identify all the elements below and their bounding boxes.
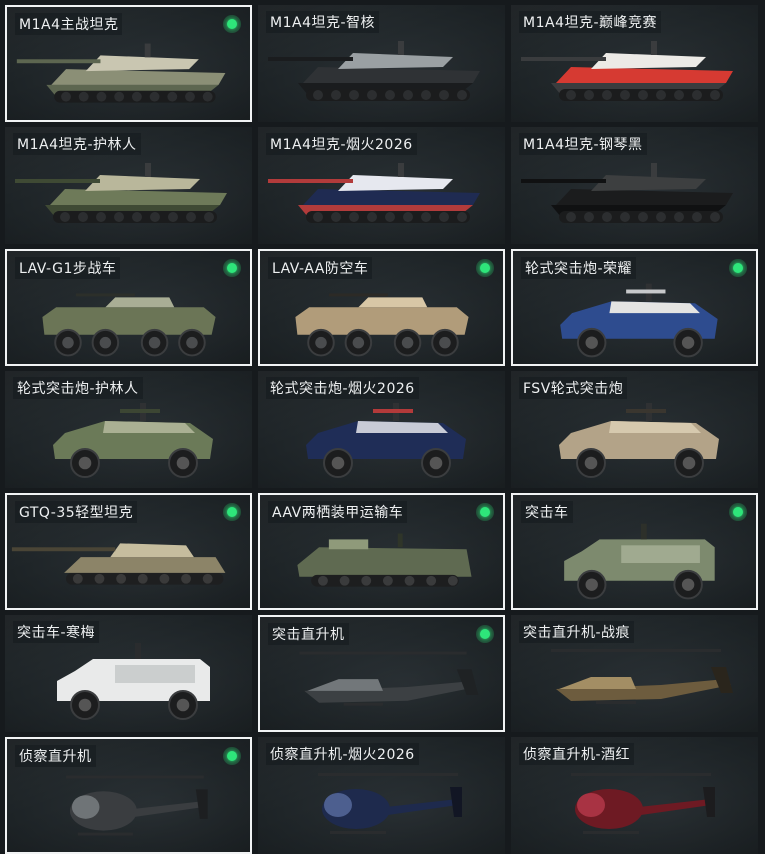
vehicle-card[interactable]: LAV-G1步战车 bbox=[5, 249, 252, 366]
vehicle-image bbox=[299, 651, 479, 706]
vehicle-name: GTQ-35轻型坦克 bbox=[15, 501, 138, 523]
vehicle-card[interactable]: 突击直升机 bbox=[258, 615, 505, 732]
vehicle-card[interactable]: FSV轮式突击炮 bbox=[511, 371, 758, 488]
vehicle-image bbox=[11, 543, 226, 585]
vehicle-card[interactable]: 突击直升机-战痕 bbox=[511, 615, 758, 732]
vehicle-image bbox=[306, 403, 466, 478]
vehicle-image bbox=[551, 649, 733, 704]
vehicle-name: M1A4坦克-护林人 bbox=[13, 133, 141, 155]
vehicle-card[interactable]: GTQ-35轻型坦克 bbox=[5, 493, 252, 610]
vehicle-image bbox=[16, 43, 226, 103]
vehicle-card[interactable]: M1A4坦克-钢琴黑 bbox=[511, 127, 758, 244]
vehicle-card[interactable]: M1A4主战坦克 bbox=[5, 5, 252, 122]
vehicle-name: LAV-AA防空车 bbox=[268, 257, 373, 279]
vehicle-image bbox=[521, 41, 733, 101]
vehicle-card[interactable]: 侦察直升机-烟火2026 bbox=[258, 737, 505, 854]
vehicle-image bbox=[57, 643, 210, 720]
vehicle-grid: M1A4主战坦克 M1A4坦克-智核 M1A4坦克-巅峰竞赛 M1A4坦克-护林人 M1… bbox=[5, 5, 758, 854]
vehicle-name: M1A4主战坦克 bbox=[15, 13, 123, 35]
vehicle-image bbox=[564, 523, 715, 600]
vehicle-image bbox=[15, 163, 227, 223]
vehicle-card[interactable]: M1A4坦克-智核 bbox=[258, 5, 505, 122]
equipped-indicator-icon bbox=[223, 503, 241, 521]
vehicle-image bbox=[560, 283, 718, 358]
equipped-indicator-icon bbox=[223, 15, 241, 33]
vehicle-name: M1A4坦克-烟火2026 bbox=[266, 133, 417, 155]
vehicle-card[interactable]: 突击车-寒梅 bbox=[5, 615, 252, 732]
vehicle-card[interactable]: LAV-AA防空车 bbox=[258, 249, 505, 366]
vehicle-image bbox=[42, 293, 216, 357]
equipped-indicator-icon bbox=[729, 259, 747, 277]
vehicle-name: 轮式突击炮-荣耀 bbox=[521, 257, 637, 279]
vehicle-image bbox=[295, 293, 469, 357]
vehicle-image bbox=[66, 775, 208, 836]
vehicle-card[interactable]: M1A4坦克-烟火2026 bbox=[258, 127, 505, 244]
vehicle-name: AAV两栖装甲运输车 bbox=[268, 501, 408, 523]
vehicle-card[interactable]: 轮式突击炮-护林人 bbox=[5, 371, 252, 488]
vehicle-card[interactable]: 突击车 bbox=[511, 493, 758, 610]
vehicle-name: M1A4坦克-巅峰竞赛 bbox=[519, 11, 662, 33]
vehicle-image bbox=[521, 163, 733, 223]
vehicle-card[interactable]: 侦察直升机 bbox=[5, 737, 252, 854]
vehicle-card[interactable]: 轮式突击炮-荣耀 bbox=[511, 249, 758, 366]
vehicle-name: LAV-G1步战车 bbox=[15, 257, 121, 279]
vehicle-card[interactable]: 轮式突击炮-烟火2026 bbox=[258, 371, 505, 488]
equipped-indicator-icon bbox=[729, 503, 747, 521]
vehicle-card[interactable]: 侦察直升机-酒红 bbox=[511, 737, 758, 854]
vehicle-name: 轮式突击炮-护林人 bbox=[13, 377, 143, 399]
vehicle-name: 侦察直升机-烟火2026 bbox=[266, 743, 419, 765]
vehicle-image bbox=[318, 773, 462, 834]
vehicle-image bbox=[268, 163, 480, 223]
vehicle-card[interactable]: M1A4坦克-护林人 bbox=[5, 127, 252, 244]
vehicle-image bbox=[268, 41, 480, 101]
vehicle-name: 突击车-寒梅 bbox=[13, 621, 100, 643]
equipped-indicator-icon bbox=[223, 259, 241, 277]
vehicle-card[interactable]: M1A4坦克-巅峰竞赛 bbox=[511, 5, 758, 122]
equipped-indicator-icon bbox=[476, 503, 494, 521]
vehicle-image bbox=[571, 773, 715, 834]
vehicle-name: FSV轮式突击炮 bbox=[519, 377, 628, 399]
equipped-indicator-icon bbox=[476, 625, 494, 643]
vehicle-name: 侦察直升机-酒红 bbox=[519, 743, 635, 765]
vehicle-name: 轮式突击炮-烟火2026 bbox=[266, 377, 419, 399]
vehicle-name: 突击车 bbox=[521, 501, 573, 523]
vehicle-name: 突击直升机-战痕 bbox=[519, 621, 635, 643]
vehicle-name: 突击直升机 bbox=[268, 623, 349, 645]
vehicle-name: 侦察直升机 bbox=[15, 745, 96, 767]
vehicle-image bbox=[559, 403, 719, 478]
vehicle-name: M1A4坦克-钢琴黑 bbox=[519, 133, 647, 155]
vehicle-image bbox=[297, 533, 472, 587]
vehicle-name: M1A4坦克-智核 bbox=[266, 11, 380, 33]
equipped-indicator-icon bbox=[223, 747, 241, 765]
equipped-indicator-icon bbox=[476, 259, 494, 277]
vehicle-image bbox=[53, 403, 213, 478]
vehicle-card[interactable]: AAV两栖装甲运输车 bbox=[258, 493, 505, 610]
